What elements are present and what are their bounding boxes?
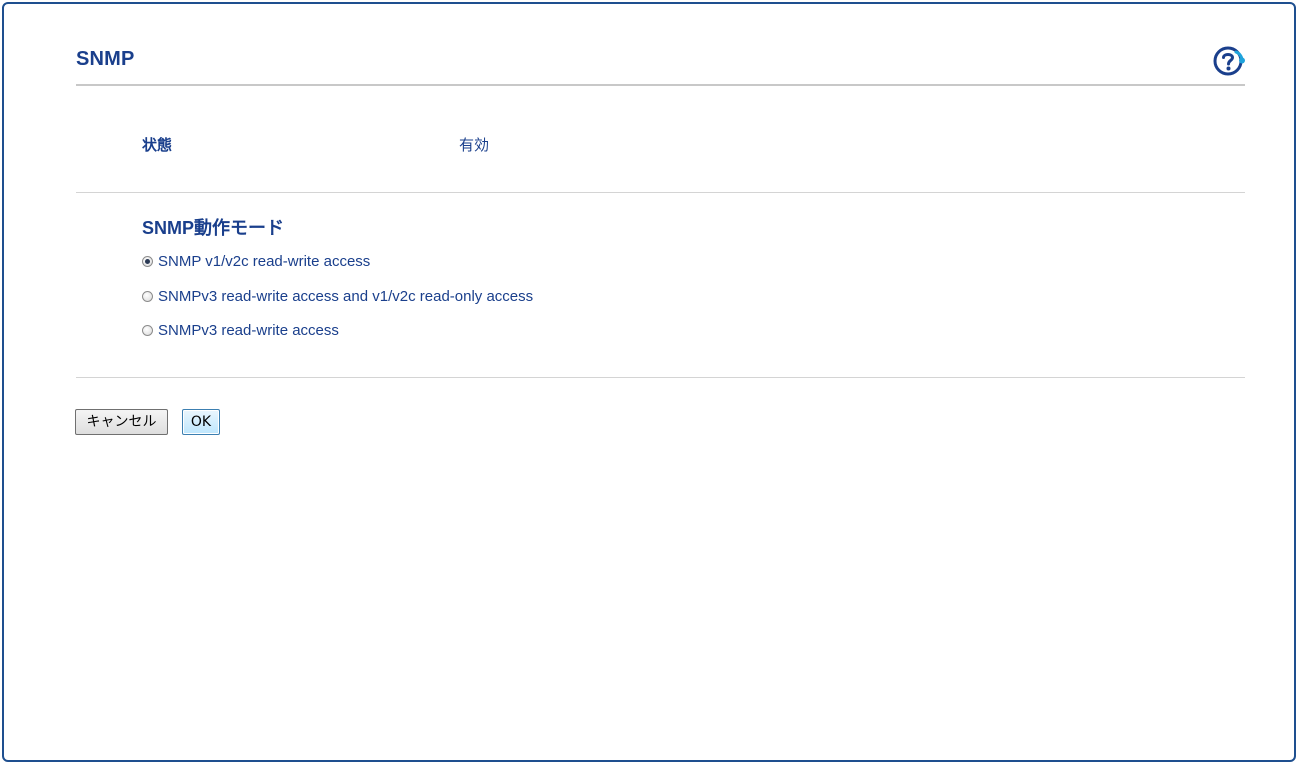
snmp-mode-option-label: SNMPv3 read-write access and v1/v2c read… [158, 287, 534, 305]
ok-button[interactable]: OK [182, 409, 220, 435]
help-question-icon[interactable] [1212, 44, 1246, 78]
radio-button[interactable] [142, 255, 153, 267]
snmp-mode-option-label: SNMP v1/v2c read-write access [158, 252, 371, 270]
snmp-mode-option-v3rw-v1v2c-ro[interactable]: SNMPv3 read-write access and v1/v2c read… [142, 285, 533, 307]
page-title: SNMP [76, 48, 135, 70]
radio-button[interactable] [142, 324, 153, 336]
radio-button[interactable] [142, 290, 153, 302]
title-divider [76, 84, 1245, 86]
status-value: 有効 [459, 137, 490, 154]
content-frame: SNMP 状態 有効 SNMP動作モード SNMP v1/v2c read-wr… [2, 2, 1296, 762]
buttons-divider [76, 377, 1245, 378]
section-divider [76, 192, 1245, 193]
snmp-mode-heading: SNMP動作モード [142, 218, 285, 238]
snmp-mode-option-v1v2c-rw[interactable]: SNMP v1/v2c read-write access [142, 250, 370, 272]
status-label: 状態 [142, 137, 173, 154]
snmp-mode-option-v3-rw[interactable]: SNMPv3 read-write access [142, 319, 339, 341]
cancel-button[interactable]: キャンセル [75, 409, 168, 435]
snmp-mode-option-label: SNMPv3 read-write access [158, 321, 339, 339]
